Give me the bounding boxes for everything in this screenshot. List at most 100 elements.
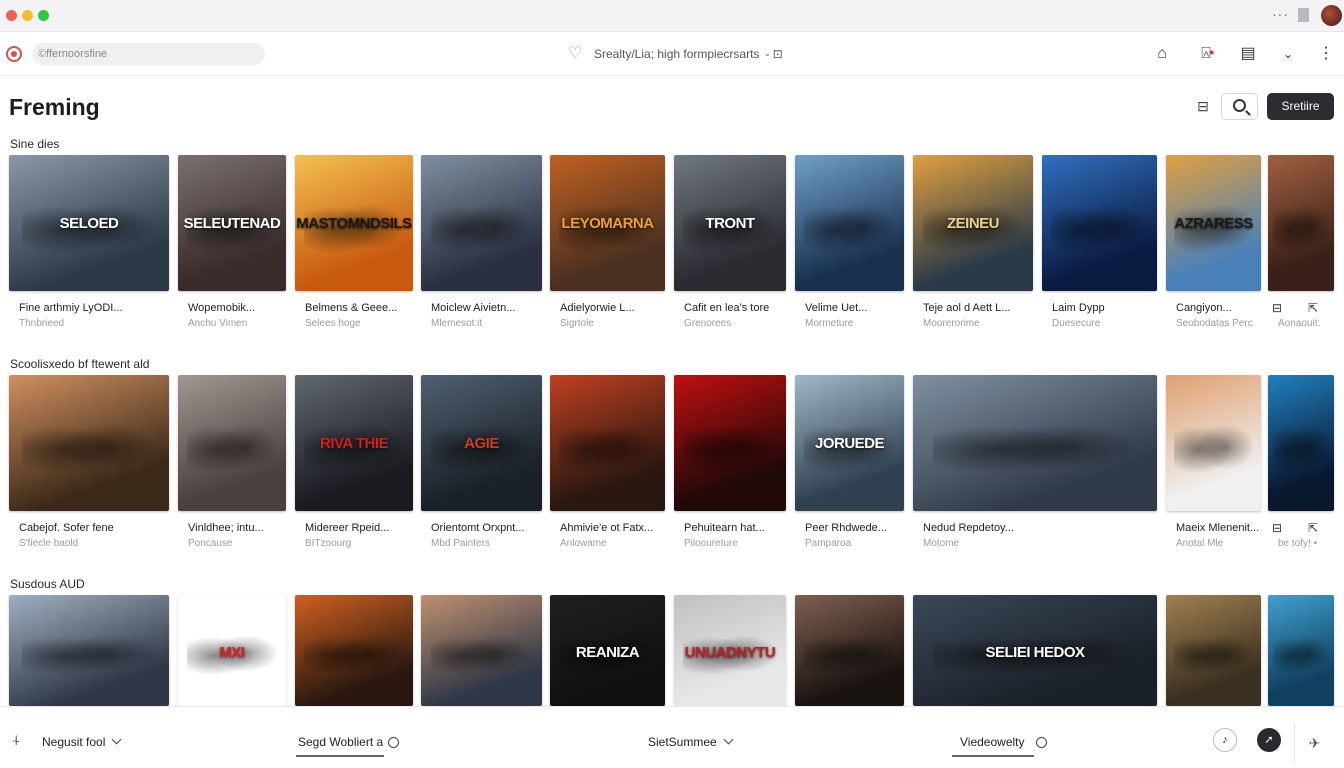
movie-poster[interactable] <box>1268 375 1334 511</box>
movie-poster[interactable]: JORUEDE <box>795 375 904 511</box>
movie-subtitle: S'fiecle baold <box>19 538 79 549</box>
compass-icon[interactable]: ➚ <box>1257 728 1281 752</box>
movie-subtitle: Sigrtole <box>560 318 594 329</box>
search-input[interactable]: ©ffernoorsfine <box>32 43 265 65</box>
tab-underline <box>952 755 1034 757</box>
movie-title[interactable]: Fine arthmiy LyODI... <box>19 302 123 314</box>
movie-poster[interactable]: LEYOMARNA <box>550 155 665 291</box>
movie-title[interactable]: Peer Rhdwede... <box>805 522 887 534</box>
more-icon[interactable]: ··· <box>1272 6 1289 22</box>
movie-title[interactable]: Pehuitearn hat... <box>684 522 765 534</box>
movie-title[interactable]: Orientomt Orxpnt... <box>431 522 525 534</box>
poster-title-text: UNUADNYTU <box>684 643 776 661</box>
app-logo-icon[interactable] <box>6 46 22 62</box>
movie-poster[interactable]: TRONT <box>674 155 786 291</box>
movie-title[interactable]: Cabejof. Sofer fene <box>19 522 114 534</box>
movie-poster[interactable]: AZRARESS <box>1166 155 1261 291</box>
rocket-icon[interactable]: ✈ <box>1294 723 1334 763</box>
close-dot[interactable] <box>6 10 17 21</box>
movie-title[interactable]: Laim Dypp <box>1052 302 1105 314</box>
heart-icon[interactable]: ♡ <box>568 46 588 62</box>
minimize-dot[interactable] <box>22 10 33 21</box>
movie-poster[interactable]: ZEINEU <box>913 155 1033 291</box>
window-panel-icon[interactable] <box>1298 8 1309 22</box>
movie-poster[interactable] <box>795 155 904 291</box>
pin-icon[interactable]: ⍭ <box>12 732 20 749</box>
movie-title[interactable]: Cangiyon... <box>1176 302 1232 314</box>
movie-title[interactable]: Belmens & Geee... <box>305 302 397 314</box>
bottom-tab-4[interactable]: Viedeowelty <box>960 735 1025 749</box>
notification-icon[interactable]: ⍓ ● <box>1196 44 1216 64</box>
chevron-down-icon[interactable]: ⌄ <box>1278 44 1298 64</box>
movie-title[interactable]: Velime Uet... <box>805 302 867 314</box>
movie-poster[interactable]: UNUADNYTU <box>674 595 786 706</box>
movie-title[interactable]: Teje aol d Aett L... <box>923 302 1010 314</box>
movie-poster[interactable]: REANIZA <box>550 595 665 706</box>
more-vertical-icon[interactable]: ⋮ <box>1316 44 1336 64</box>
movie-poster[interactable]: MASTOMNDSILS <box>295 155 413 291</box>
movie-title[interactable]: Vinldhee; intu... <box>188 522 264 534</box>
filter-icon[interactable]: ⊟ <box>1193 98 1213 116</box>
movie-poster[interactable] <box>421 595 542 706</box>
movie-subtitle: Anlowame <box>560 538 607 549</box>
poster-title-text: SELIEI HEDOX <box>985 643 1085 661</box>
bottom-dropdown-1[interactable]: Negusit fool <box>42 734 122 749</box>
primary-action-button[interactable]: Sretiire <box>1267 93 1334 120</box>
poster-title-text: SELEUTENAD <box>183 214 281 232</box>
poster-artwork <box>430 205 533 267</box>
movie-poster[interactable] <box>913 375 1157 511</box>
movie-title[interactable]: Wopemobik... <box>188 302 255 314</box>
poster-artwork <box>430 636 533 687</box>
address-center[interactable]: ♡ Srealty/Lia; high formpiecrsarts - ⊡ <box>568 46 783 62</box>
poster-artwork <box>1273 205 1329 267</box>
bottom-dropdown-3[interactable]: SietSummee <box>648 734 734 749</box>
section-title: Scoolisxedo bf ftewent ald <box>10 357 150 371</box>
layout-icon[interactable]: ▤ <box>1238 44 1258 64</box>
movie-poster[interactable] <box>1268 595 1334 706</box>
movie-poster[interactable] <box>9 595 169 706</box>
movie-title[interactable]: Nedud Repdetoy... <box>923 522 1014 534</box>
movie-title[interactable]: Moiclew Aivietn... <box>431 302 515 314</box>
movie-poster[interactable]: RIVA THIE <box>295 375 413 511</box>
avatar[interactable] <box>1321 5 1342 26</box>
movie-poster[interactable] <box>1166 595 1261 706</box>
radio-icon[interactable] <box>1036 737 1047 748</box>
home-icon[interactable]: ⌂ <box>1152 44 1172 64</box>
movie-poster[interactable] <box>295 595 413 706</box>
bottom-dropdown-3-label: SietSummee <box>648 735 717 749</box>
movie-title[interactable]: Midereer Rpeid... <box>305 522 389 534</box>
expand-icon[interactable]: ⇱ <box>1308 301 1318 315</box>
movie-title[interactable]: Adielyorwie L... <box>560 302 635 314</box>
movie-poster[interactable] <box>1042 155 1157 291</box>
movie-poster[interactable] <box>1166 375 1261 511</box>
movie-subtitle: Selees hoge <box>305 318 361 329</box>
music-icon[interactable]: ♪ <box>1213 728 1237 752</box>
movie-poster[interactable]: SELEUTENAD <box>178 155 286 291</box>
expand-icon[interactable]: ⇱ <box>1308 521 1318 535</box>
movie-poster[interactable] <box>421 155 542 291</box>
movie-poster[interactable]: AGIE <box>421 375 542 511</box>
movie-poster[interactable]: SELOED <box>9 155 169 291</box>
poster-artwork <box>304 636 404 687</box>
movie-poster[interactable] <box>178 375 286 511</box>
movie-poster[interactable] <box>795 595 904 706</box>
page-title: Freming <box>9 94 100 120</box>
radio-icon[interactable] <box>388 737 399 748</box>
movie-title[interactable]: Cafit en lea's tore <box>684 302 769 314</box>
chevron-down-icon <box>723 734 734 745</box>
movie-title[interactable]: Maeix Mlenenit... <box>1176 522 1259 534</box>
movie-poster[interactable] <box>9 375 169 511</box>
maximize-dot[interactable] <box>38 10 49 21</box>
search-button[interactable] <box>1221 93 1258 120</box>
movie-poster[interactable]: MXI <box>178 595 286 706</box>
movie-title[interactable]: Ahmivie'e ot Fatx... <box>560 522 653 534</box>
poster-artwork <box>1273 636 1329 687</box>
movie-poster[interactable] <box>1268 155 1334 291</box>
movie-poster[interactable] <box>674 375 786 511</box>
movie-poster[interactable] <box>550 375 665 511</box>
bottom-dropdown-1-label: Negusit fool <box>42 735 106 749</box>
bottom-tab-2[interactable]: Segd Wobliert a <box>298 735 383 749</box>
list-view-icon[interactable]: ⊟ <box>1272 301 1282 315</box>
movie-poster[interactable]: SELIEI HEDOX <box>913 595 1157 706</box>
list-view-icon[interactable]: ⊟ <box>1272 521 1282 535</box>
